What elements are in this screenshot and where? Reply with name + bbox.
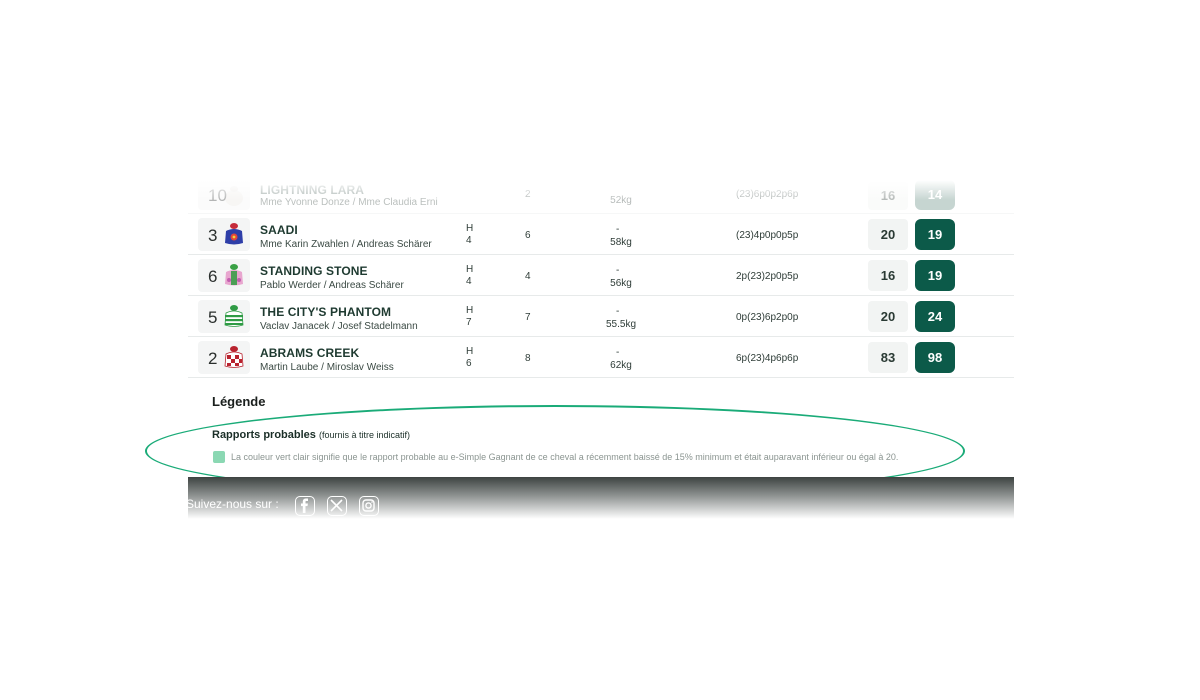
legend-title: Légende bbox=[212, 394, 266, 409]
jockey-silk-icon bbox=[223, 221, 245, 247]
horse-age: 7 bbox=[466, 317, 472, 328]
reference-odds: 20 bbox=[868, 219, 908, 250]
form-music: (23)4p0p0p5p bbox=[736, 230, 799, 241]
weight-delta: - bbox=[616, 265, 620, 276]
weight-delta: - bbox=[616, 306, 620, 317]
runs-count: 7 bbox=[525, 312, 531, 323]
follow-us-label: Suivez-nous sur : bbox=[186, 497, 279, 511]
jockey-trainer: Vaclav Janacek / Josef Stadelmann bbox=[260, 321, 418, 332]
scroll-fade bbox=[188, 180, 1014, 200]
runs-count: 4 bbox=[525, 271, 531, 282]
runner-number: 5 bbox=[208, 308, 218, 327]
horse-age: 4 bbox=[466, 235, 472, 246]
horse-name[interactable]: THE CITY'S PHANTOM bbox=[260, 305, 391, 319]
jockey-silk-icon bbox=[223, 262, 245, 288]
facebook-icon[interactable] bbox=[295, 496, 315, 516]
runner-row[interactable]: 5 THE CITY'S PHANTOM Vaclav Janacek / Jose… bbox=[188, 296, 1014, 337]
jockey-trainer: Mme Karin Zwahlen / Andreas Schärer bbox=[260, 239, 432, 250]
horse-sex: H bbox=[466, 346, 474, 357]
horse-sex: H bbox=[466, 305, 474, 316]
runner-number: 6 bbox=[208, 267, 218, 286]
probable-odds[interactable]: 19 bbox=[915, 260, 955, 291]
horse-sex: H bbox=[466, 223, 474, 234]
weight: 62kg bbox=[610, 360, 632, 371]
weight: 56kg bbox=[610, 278, 632, 289]
horse-age: 4 bbox=[466, 276, 472, 287]
probable-odds[interactable]: 19 bbox=[915, 219, 955, 250]
runs-count: 6 bbox=[525, 230, 531, 241]
jockey-silk-icon bbox=[223, 303, 245, 329]
runner-row[interactable]: 3 SAADI Mme Karin Zwahlen / Andreas Schäre… bbox=[188, 214, 1014, 255]
instagram-icon[interactable] bbox=[359, 496, 379, 516]
runner-number: 3 bbox=[208, 226, 218, 245]
runner-row[interactable]: 6 STANDING STONE Pablo Werder / Andreas Sc… bbox=[188, 255, 1014, 296]
form-music: 6p(23)4p6p6p bbox=[736, 353, 799, 364]
weight-delta: - bbox=[616, 347, 620, 358]
form-music: 0p(23)6p2p0p bbox=[736, 312, 799, 323]
runner-number: 2 bbox=[208, 349, 218, 368]
x-icon[interactable] bbox=[327, 496, 347, 516]
jockey-silk-icon bbox=[223, 344, 245, 370]
weight-delta: - bbox=[616, 224, 620, 235]
reference-odds: 83 bbox=[868, 342, 908, 373]
horse-name[interactable]: ABRAMS CREEK bbox=[260, 346, 359, 360]
runner-row[interactable]: 2 ABRAMS CREEK Martin Laube / Miroslav Wei… bbox=[188, 337, 1014, 378]
probable-odds[interactable]: 98 bbox=[915, 342, 955, 373]
runs-count: 8 bbox=[525, 353, 531, 364]
runners-panel: 10LIGHTNING LARAMme Yvonne Donze / Mme C… bbox=[188, 180, 1014, 463]
weight: 58kg bbox=[610, 237, 632, 248]
reference-odds: 16 bbox=[868, 260, 908, 291]
reference-odds: 20 bbox=[868, 301, 908, 332]
probable-odds[interactable]: 24 bbox=[915, 301, 955, 332]
jockey-trainer: Martin Laube / Miroslav Weiss bbox=[260, 362, 394, 373]
horse-name[interactable]: STANDING STONE bbox=[260, 264, 368, 278]
horse-age: 6 bbox=[466, 358, 472, 369]
weight: 55.5kg bbox=[606, 319, 637, 330]
runners-table: 10LIGHTNING LARAMme Yvonne Donze / Mme C… bbox=[188, 180, 1014, 378]
horse-name[interactable]: SAADI bbox=[260, 223, 298, 237]
form-music: 2p(23)2p0p5p bbox=[736, 271, 799, 282]
jockey-trainer: Pablo Werder / Andreas Schärer bbox=[260, 280, 404, 291]
horse-sex: H bbox=[466, 264, 474, 275]
